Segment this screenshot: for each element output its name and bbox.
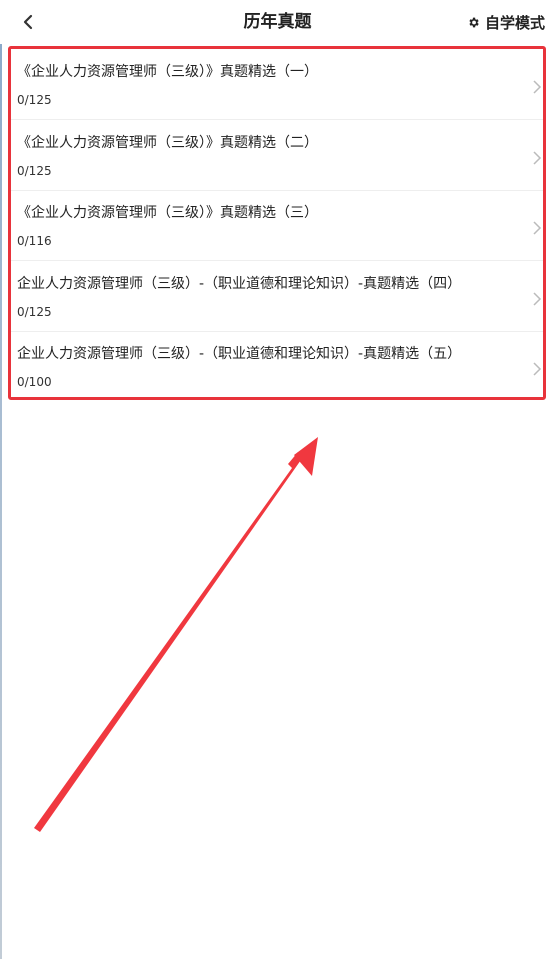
exam-title: 《企业人力资源管理师（三级）》真题精选（一） <box>17 64 318 80</box>
exam-title: 企业人力资源管理师（三级）-（职业道德和理论知识）-真题精选（五） <box>17 346 462 362</box>
exam-title: 《企业人力资源管理师（三级）》真题精选（二） <box>17 135 318 151</box>
chevron-right-icon <box>533 292 542 306</box>
arrow-shaft <box>34 452 303 832</box>
exam-title: 《企业人力资源管理师（三级）》真题精选（三） <box>17 205 318 221</box>
back-button[interactable] <box>14 8 42 36</box>
exam-list-item[interactable]: 《企业人力资源管理师（三级）》真题精选（二） 0/125 <box>11 120 543 191</box>
gear-icon <box>469 17 479 27</box>
exam-list-item[interactable]: 企业人力资源管理师（三级）-（职业道德和理论知识）-真题精选（四） 0/125 <box>11 261 543 332</box>
exam-list-item[interactable]: 《企业人力资源管理师（三级）》真题精选（三） 0/116 <box>11 190 543 261</box>
chevron-left-icon <box>23 14 33 30</box>
exam-progress: 0/100 <box>17 375 52 389</box>
exam-progress: 0/125 <box>17 93 52 107</box>
self-study-mode-button[interactable]: 自学模式 <box>467 8 545 36</box>
exam-progress: 0/125 <box>17 164 52 178</box>
arrow-head <box>294 437 318 476</box>
exam-progress: 0/125 <box>17 305 52 319</box>
exam-progress: 0/116 <box>17 234 52 248</box>
exam-list-item[interactable]: 企业人力资源管理师（三级）-（职业道德和理论知识）-真题精选（五） 0/100 <box>11 331 543 402</box>
top-bar: 历年真题 自学模式 <box>0 0 555 44</box>
exam-list: 《企业人力资源管理师（三级）》真题精选（一） 0/125 《企业人力资源管理师（… <box>8 46 546 400</box>
chevron-right-icon <box>533 362 542 376</box>
chevron-right-icon <box>533 151 542 165</box>
exam-list-item[interactable]: 《企业人力资源管理师（三级）》真题精选（一） 0/125 <box>11 49 543 120</box>
mode-label: 自学模式 <box>484 13 545 32</box>
chevron-right-icon <box>533 80 542 94</box>
chevron-right-icon <box>533 221 542 235</box>
exam-title: 企业人力资源管理师（三级）-（职业道德和理论知识）-真题精选（四） <box>17 276 462 292</box>
window-edge <box>0 0 2 959</box>
